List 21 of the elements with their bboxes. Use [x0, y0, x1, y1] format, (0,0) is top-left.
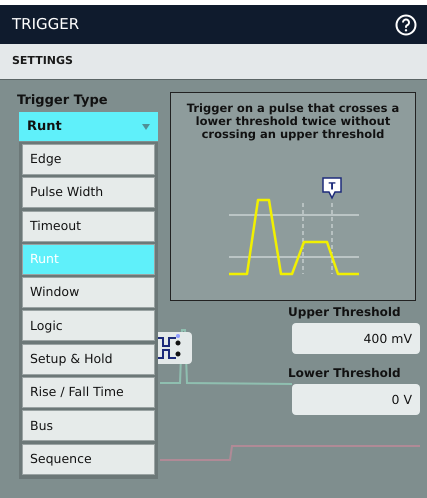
lower-threshold-field[interactable]: 0 V: [292, 384, 420, 415]
trigger-type-option[interactable]: Logic: [22, 310, 155, 342]
trigger-type-option[interactable]: Window: [22, 277, 155, 308]
trigger-type-option[interactable]: Rise / Fall Time: [22, 377, 155, 408]
upper-threshold-label: Upper Threshold: [288, 304, 401, 321]
trigger-type-dropdown[interactable]: Runt: [19, 112, 158, 141]
caret-icon: [142, 124, 150, 130]
trigger-type-option[interactable]: Bus: [22, 410, 155, 442]
description-text: Trigger on a pulse that crosses a lower threshold twice without crossing an upper threshold: [186, 100, 400, 142]
trigger-type-label: Trigger Type: [17, 92, 108, 110]
trigger-type-option[interactable]: Pulse Width: [22, 177, 155, 208]
panel-title: TRIGGER: [12, 14, 80, 36]
help-icon[interactable]: [395, 14, 417, 36]
trigger-type-option[interactable]: Sequence: [22, 444, 155, 475]
trigger-type-option[interactable]: Edge: [22, 144, 155, 175]
upper-threshold-field[interactable]: 400 mV: [292, 323, 420, 354]
trigger-type-option[interactable]: Timeout: [22, 210, 155, 242]
trigger-type-option[interactable]: Setup & Hold: [22, 344, 155, 375]
settings-tab[interactable]: SETTINGS: [12, 53, 73, 70]
lower-threshold-label: Lower Threshold: [288, 365, 401, 382]
trigger-marker-icon: T: [322, 177, 342, 200]
